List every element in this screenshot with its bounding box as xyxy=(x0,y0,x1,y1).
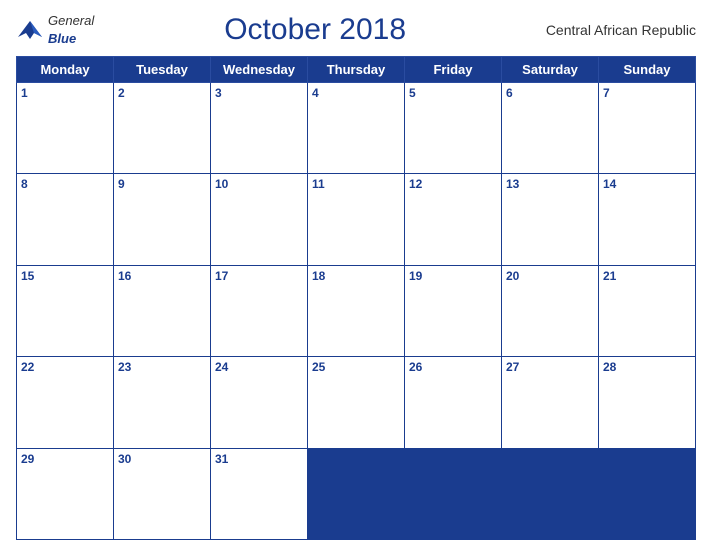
table-row: 12 xyxy=(405,174,502,265)
table-row: 26 xyxy=(405,357,502,448)
day-number: 28 xyxy=(603,360,691,374)
table-row: 19 xyxy=(405,265,502,356)
day-number: 10 xyxy=(215,177,303,191)
table-row xyxy=(599,448,696,539)
weekday-monday: Monday xyxy=(17,57,114,83)
table-row: 8 xyxy=(17,174,114,265)
table-row: 2 xyxy=(114,83,211,174)
table-row: 18 xyxy=(308,265,405,356)
day-number: 13 xyxy=(506,177,594,191)
table-row: 21 xyxy=(599,265,696,356)
day-number: 24 xyxy=(215,360,303,374)
weekday-header-row: Monday Tuesday Wednesday Thursday Friday… xyxy=(17,57,696,83)
weekday-thursday: Thursday xyxy=(308,57,405,83)
table-row: 9 xyxy=(114,174,211,265)
day-number: 23 xyxy=(118,360,206,374)
table-row: 28 xyxy=(599,357,696,448)
day-number: 26 xyxy=(409,360,497,374)
day-number: 3 xyxy=(215,86,303,100)
table-row: 23 xyxy=(114,357,211,448)
day-number: 8 xyxy=(21,177,109,191)
weekday-saturday: Saturday xyxy=(502,57,599,83)
table-row: 7 xyxy=(599,83,696,174)
day-number: 11 xyxy=(312,177,400,191)
calendar-row: 89 10 11 12 13 14 xyxy=(17,174,696,265)
day-number: 31 xyxy=(215,452,303,466)
calendar-page: General Blue October 2018 Central Africa… xyxy=(0,0,712,550)
table-row: 22 xyxy=(17,357,114,448)
day-number: 16 xyxy=(118,269,206,283)
day-number: 12 xyxy=(409,177,497,191)
table-row: 15 xyxy=(17,265,114,356)
weekday-friday: Friday xyxy=(405,57,502,83)
logo: General Blue xyxy=(16,12,94,48)
day-number: 25 xyxy=(312,360,400,374)
day-number: 2 xyxy=(118,86,206,100)
day-number: 5 xyxy=(409,86,497,100)
calendar-header: General Blue October 2018 Central Africa… xyxy=(16,12,696,48)
day-number: 7 xyxy=(603,86,691,100)
calendar-row: 29 30 31 xyxy=(17,448,696,539)
logo-bird-icon xyxy=(16,19,44,41)
day-number: 4 xyxy=(312,86,400,100)
day-number: 17 xyxy=(215,269,303,283)
table-row: 17 xyxy=(211,265,308,356)
day-number: 29 xyxy=(21,452,109,466)
table-row: 14 xyxy=(599,174,696,265)
table-row: 11 xyxy=(308,174,405,265)
day-number: 9 xyxy=(118,177,206,191)
day-number: 19 xyxy=(409,269,497,283)
country-label: Central African Republic xyxy=(536,22,696,38)
day-number: 6 xyxy=(506,86,594,100)
day-number: 21 xyxy=(603,269,691,283)
calendar-row: 15 16 17 18 19 20 21 xyxy=(17,265,696,356)
table-row: 24 xyxy=(211,357,308,448)
calendar-row: 1234567 xyxy=(17,83,696,174)
day-number: 18 xyxy=(312,269,400,283)
table-row: 16 xyxy=(114,265,211,356)
logo-general-text: General xyxy=(48,13,94,28)
table-row: 25 xyxy=(308,357,405,448)
table-row: 10 xyxy=(211,174,308,265)
table-row: 3 xyxy=(211,83,308,174)
calendar-row: 22 23 24 25 26 27 28 xyxy=(17,357,696,448)
table-row: 6 xyxy=(502,83,599,174)
weekday-sunday: Sunday xyxy=(599,57,696,83)
day-number: 15 xyxy=(21,269,109,283)
page-title: October 2018 xyxy=(94,13,536,47)
table-row: 5 xyxy=(405,83,502,174)
table-row xyxy=(405,448,502,539)
day-number: 30 xyxy=(118,452,206,466)
day-number: 1 xyxy=(21,86,109,100)
table-row: 13 xyxy=(502,174,599,265)
table-row: 29 xyxy=(17,448,114,539)
table-row: 27 xyxy=(502,357,599,448)
table-row: 31 xyxy=(211,448,308,539)
logo-blue-text: Blue xyxy=(48,31,76,46)
table-row xyxy=(502,448,599,539)
table-row: 30 xyxy=(114,448,211,539)
weekday-tuesday: Tuesday xyxy=(114,57,211,83)
day-number: 27 xyxy=(506,360,594,374)
day-number: 20 xyxy=(506,269,594,283)
day-number: 22 xyxy=(21,360,109,374)
table-row: 20 xyxy=(502,265,599,356)
weekday-wednesday: Wednesday xyxy=(211,57,308,83)
day-number: 14 xyxy=(603,177,691,191)
calendar-table: Monday Tuesday Wednesday Thursday Friday… xyxy=(16,56,696,540)
table-row: 4 xyxy=(308,83,405,174)
table-row xyxy=(308,448,405,539)
table-row: 1 xyxy=(17,83,114,174)
